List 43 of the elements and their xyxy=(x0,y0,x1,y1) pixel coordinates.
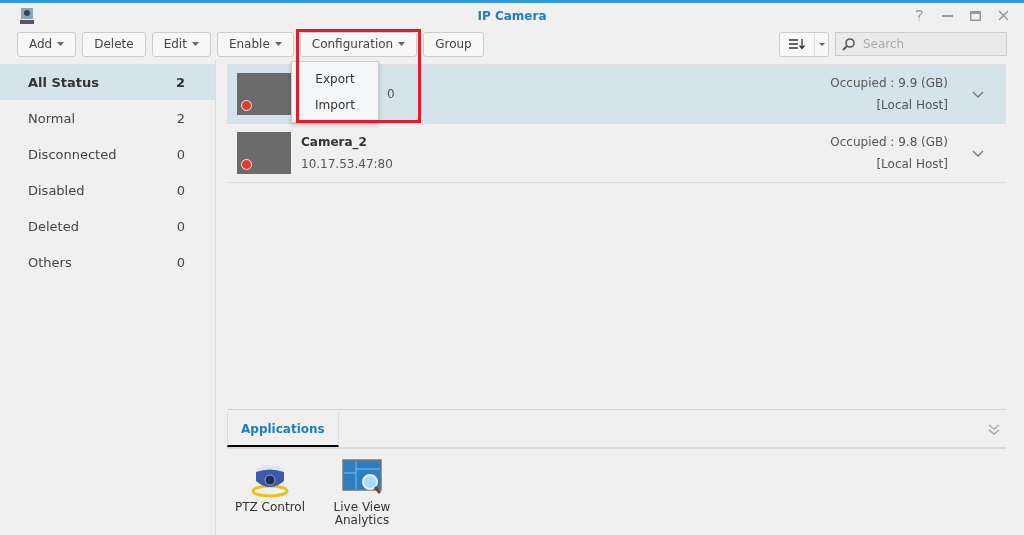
sidebar-item[interactable]: All Status 2 xyxy=(0,64,215,100)
sidebar-item[interactable]: Deleted 0 xyxy=(0,208,215,244)
window-title: IP Camera xyxy=(477,8,547,23)
sidebar-item[interactable]: Others 0 xyxy=(0,244,215,280)
toolbar-button[interactable]: Enable xyxy=(216,31,294,57)
toolbar-button[interactable]: Group xyxy=(423,31,484,57)
app-launcher[interactable]: PTZ Control xyxy=(231,459,309,527)
camera-address: 10.17.53.47:80 xyxy=(301,157,394,171)
caret-icon xyxy=(398,42,406,46)
search-field[interactable]: Search xyxy=(835,32,1007,56)
close-button[interactable] xyxy=(996,8,1010,23)
storage-text: Occupied : 9.8 (GB) xyxy=(830,135,948,149)
host-text: [Local Host] xyxy=(875,98,948,112)
expand-icon[interactable] xyxy=(972,90,984,98)
caret-icon xyxy=(191,42,199,46)
expand-icon[interactable] xyxy=(972,149,984,157)
app-camera-icon xyxy=(20,6,34,25)
sidebar-item[interactable]: Disabled 0 xyxy=(0,172,215,208)
camera-row[interactable]: Camera_2 10.17.53.47:80 Occupied : 9.8 (GB) [Local Host] xyxy=(227,124,1006,183)
menu-item[interactable]: Import xyxy=(292,92,378,118)
collapse-icon[interactable] xyxy=(988,423,1000,436)
toolbar-button[interactable]: Delete xyxy=(82,31,146,57)
sidebar-item[interactable]: Disconnected 0 xyxy=(0,136,215,172)
caret-icon xyxy=(57,42,65,46)
camera-address: 0 xyxy=(387,87,396,101)
magnifier-screen-icon xyxy=(342,459,382,497)
host-text: [Local Host] xyxy=(875,157,948,171)
sidebar-item[interactable]: Normal 2 xyxy=(0,100,215,136)
storage-text: Occupied : 9.9 (GB) xyxy=(830,76,948,90)
menu-item[interactable]: Export xyxy=(292,66,378,92)
camera-name: Camera_2 xyxy=(301,135,368,149)
app-launcher[interactable]: Live View Analytics xyxy=(323,459,401,527)
toolbar-button[interactable]: Configuration xyxy=(299,31,418,57)
search-icon xyxy=(842,37,855,51)
minimize-icon[interactable] xyxy=(941,14,953,17)
caret-icon xyxy=(274,42,282,46)
sort-control[interactable] xyxy=(779,31,829,57)
applications-tab[interactable]: Applications xyxy=(227,412,339,447)
toolbar-button[interactable]: Edit xyxy=(151,31,211,57)
sort-icon xyxy=(789,39,805,49)
search-input[interactable]: Search xyxy=(861,36,991,52)
caret-icon xyxy=(818,42,825,46)
toolbar-button[interactable]: Add xyxy=(17,31,77,57)
